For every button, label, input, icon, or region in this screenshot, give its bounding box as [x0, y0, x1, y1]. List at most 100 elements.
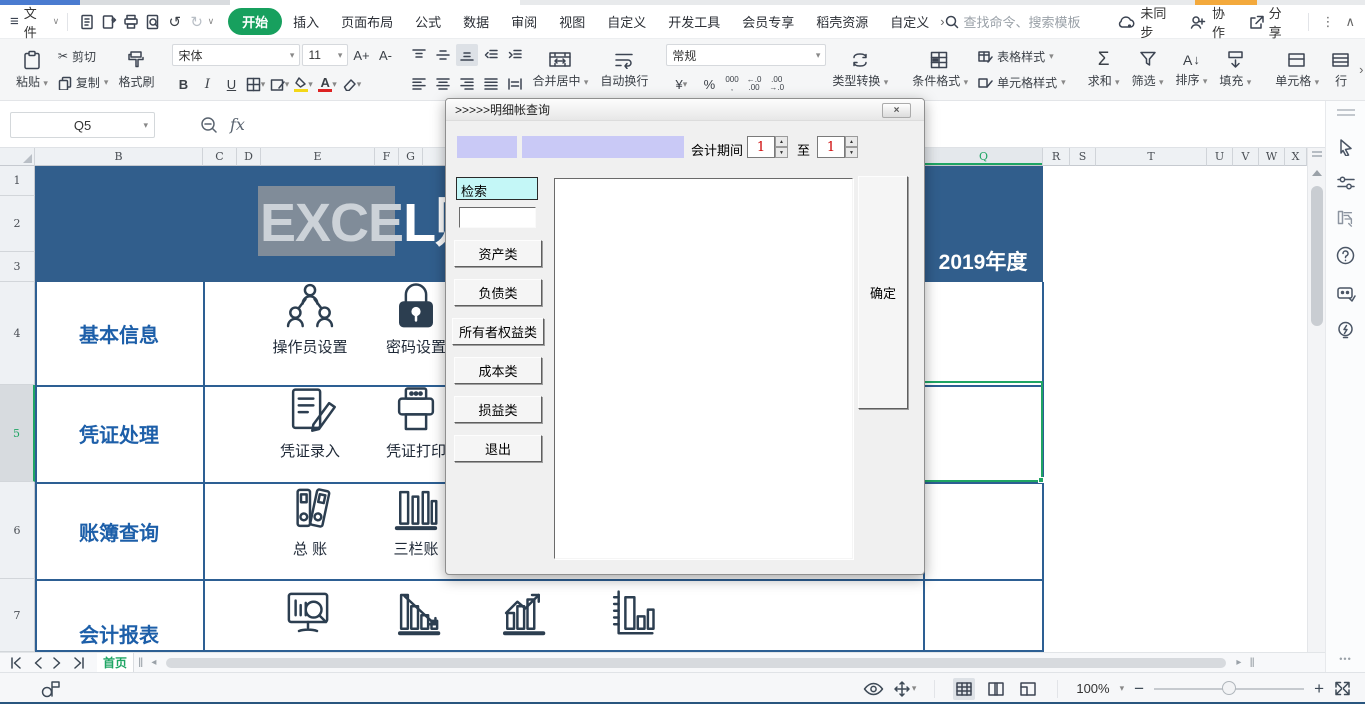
- column-header-D[interactable]: D: [237, 148, 261, 166]
- subject-combo-small[interactable]: [457, 136, 517, 158]
- next-sheet-icon[interactable]: [52, 657, 62, 669]
- increase-decimal-button[interactable]: ←.0.00: [744, 74, 765, 94]
- redo-icon[interactable]: ↻: [186, 11, 208, 33]
- currency-button[interactable]: ¥▾: [666, 73, 696, 95]
- tab-page-layout[interactable]: 页面布局: [330, 8, 404, 35]
- column-header-F[interactable]: F: [375, 148, 399, 166]
- sort-button[interactable]: A↓ 排序 ▾: [1169, 43, 1213, 96]
- account-list-box[interactable]: [554, 178, 853, 559]
- collapse-ribbon-icon[interactable]: ∧: [1346, 14, 1356, 30]
- font-color-button[interactable]: A▾: [316, 73, 338, 95]
- cut-button[interactable]: ✂剪切: [54, 47, 113, 66]
- fx-icon[interactable]: fx: [230, 115, 245, 134]
- equity-category-button[interactable]: 所有者权益类: [452, 318, 544, 345]
- liabilities-category-button[interactable]: 负债类: [454, 279, 542, 306]
- tab-home[interactable]: 开始: [228, 8, 282, 35]
- sync-status[interactable]: 未同步: [1140, 3, 1179, 41]
- horizontal-scroll-thumb[interactable]: [166, 658, 1226, 668]
- border-draw-button[interactable]: ▾: [268, 73, 290, 95]
- conditional-format-button[interactable]: 条件格式 ▾: [906, 43, 974, 96]
- tab-docer[interactable]: 稻壳资源: [805, 8, 879, 35]
- file-menu[interactable]: 文件: [24, 3, 50, 41]
- export-icon[interactable]: [98, 11, 120, 33]
- row-header-1[interactable]: 1: [0, 166, 35, 196]
- format-painter-button[interactable]: 格式刷: [112, 43, 160, 96]
- reading-mode-eye-icon[interactable]: [863, 682, 884, 696]
- fill-handle[interactable]: [1038, 477, 1044, 483]
- align-right-icon[interactable]: [456, 73, 478, 95]
- justify-icon[interactable]: [480, 73, 502, 95]
- row-header-5[interactable]: 5: [0, 385, 35, 482]
- prev-sheet-icon[interactable]: [33, 657, 43, 669]
- operator-settings-shortcut[interactable]: 操作员设置: [255, 280, 365, 357]
- row-button[interactable]: 行: [1325, 43, 1357, 96]
- spin-up-icon[interactable]: ▲: [845, 136, 858, 147]
- zoom-out-button[interactable]: −: [1134, 679, 1144, 699]
- cost-category-button[interactable]: 成本类: [454, 357, 542, 384]
- fill-color-button[interactable]: ▾: [292, 73, 314, 95]
- hamburger-icon[interactable]: ≡: [10, 13, 19, 30]
- tab-developer[interactable]: 开发工具: [657, 8, 731, 35]
- subject-combo-large[interactable]: [522, 136, 684, 158]
- increase-indent-icon[interactable]: [504, 44, 526, 66]
- row-header-2[interactable]: 2: [0, 196, 35, 252]
- zoom-slider-knob[interactable]: [1222, 681, 1236, 695]
- page-layout-view-button[interactable]: [985, 678, 1007, 700]
- zoom-caret-icon[interactable]: ▾: [1120, 683, 1125, 694]
- decrease-font-button[interactable]: A-: [374, 44, 396, 66]
- scroll-up-icon[interactable]: [1312, 170, 1322, 176]
- font-name-select[interactable]: 宋体▾: [172, 44, 300, 66]
- number-format-select[interactable]: 常规▾: [666, 44, 826, 66]
- cursor-tool-icon[interactable]: [1337, 138, 1355, 156]
- rising-chart-shortcut[interactable]: [468, 586, 578, 640]
- collaborate-button[interactable]: 协作: [1212, 3, 1238, 41]
- font-size-select[interactable]: 11▾: [302, 44, 348, 66]
- cloud-sync-icon[interactable]: [1117, 15, 1135, 29]
- search-icon[interactable]: [945, 15, 959, 29]
- voucher-entry-shortcut[interactable]: 凭证录入: [255, 384, 365, 461]
- report-query-shortcut[interactable]: [253, 586, 363, 640]
- row-header-6[interactable]: 6: [0, 482, 35, 579]
- vertical-scroll-thumb[interactable]: [1311, 186, 1323, 326]
- sheet-tab-home[interactable]: 首页: [97, 653, 134, 673]
- bold-button[interactable]: B: [172, 73, 194, 95]
- vertical-scrollbar[interactable]: [1307, 148, 1325, 652]
- share-button[interactable]: 分享: [1269, 3, 1295, 41]
- print-preview-icon[interactable]: [142, 11, 164, 33]
- percent-button[interactable]: %: [698, 73, 720, 95]
- page-break-view-button[interactable]: [1017, 678, 1039, 700]
- decrease-decimal-button[interactable]: .00→.0: [766, 74, 787, 94]
- spin-down-icon[interactable]: ▼: [845, 147, 858, 158]
- paste-button[interactable]: 粘贴 ▾: [10, 43, 54, 96]
- table-style-button[interactable]: 表格样式▾: [974, 47, 1070, 66]
- zoom-formula-icon[interactable]: [200, 116, 218, 134]
- spin-up-icon[interactable]: ▲: [775, 136, 788, 147]
- merge-center-button[interactable]: 合并居中 ▾: [526, 43, 594, 96]
- period-to-spinner[interactable]: 1 ▲▼: [817, 136, 858, 158]
- settings-sliders-icon[interactable]: [1337, 175, 1355, 191]
- zoom-slider[interactable]: [1154, 688, 1304, 690]
- row-header-4[interactable]: 4: [0, 282, 35, 385]
- align-bottom-icon[interactable]: [456, 44, 478, 66]
- row-header-3[interactable]: 3: [0, 252, 35, 282]
- hscroll-right-icon[interactable]: ▸: [1236, 657, 1241, 668]
- exit-button[interactable]: 退出: [454, 435, 542, 462]
- column-header-S[interactable]: S: [1070, 148, 1096, 166]
- zoom-level[interactable]: 100%: [1076, 681, 1109, 696]
- hscroll-left-icon[interactable]: ◂: [151, 657, 156, 668]
- row-header-7[interactable]: 7: [0, 579, 35, 652]
- column-header-R[interactable]: R: [1043, 148, 1070, 166]
- type-convert-button[interactable]: 类型转换 ▾: [826, 43, 894, 96]
- transform-layout-icon[interactable]: [1337, 210, 1355, 227]
- dialog-title-bar[interactable]: >>>>>明细帐查询: [446, 99, 924, 121]
- selected-cell-Q5[interactable]: [921, 381, 1043, 482]
- macro-record-icon[interactable]: [40, 680, 62, 698]
- column-header-B[interactable]: B: [35, 148, 203, 166]
- ok-button[interactable]: 确定: [858, 176, 908, 409]
- toolbar-overflow-icon[interactable]: ›: [1359, 62, 1363, 77]
- align-top-icon[interactable]: [408, 44, 430, 66]
- dialog-close-button[interactable]: ×: [882, 103, 911, 118]
- column-header-G[interactable]: G: [399, 148, 423, 166]
- print-icon[interactable]: [120, 11, 142, 33]
- underline-button[interactable]: U: [220, 73, 242, 95]
